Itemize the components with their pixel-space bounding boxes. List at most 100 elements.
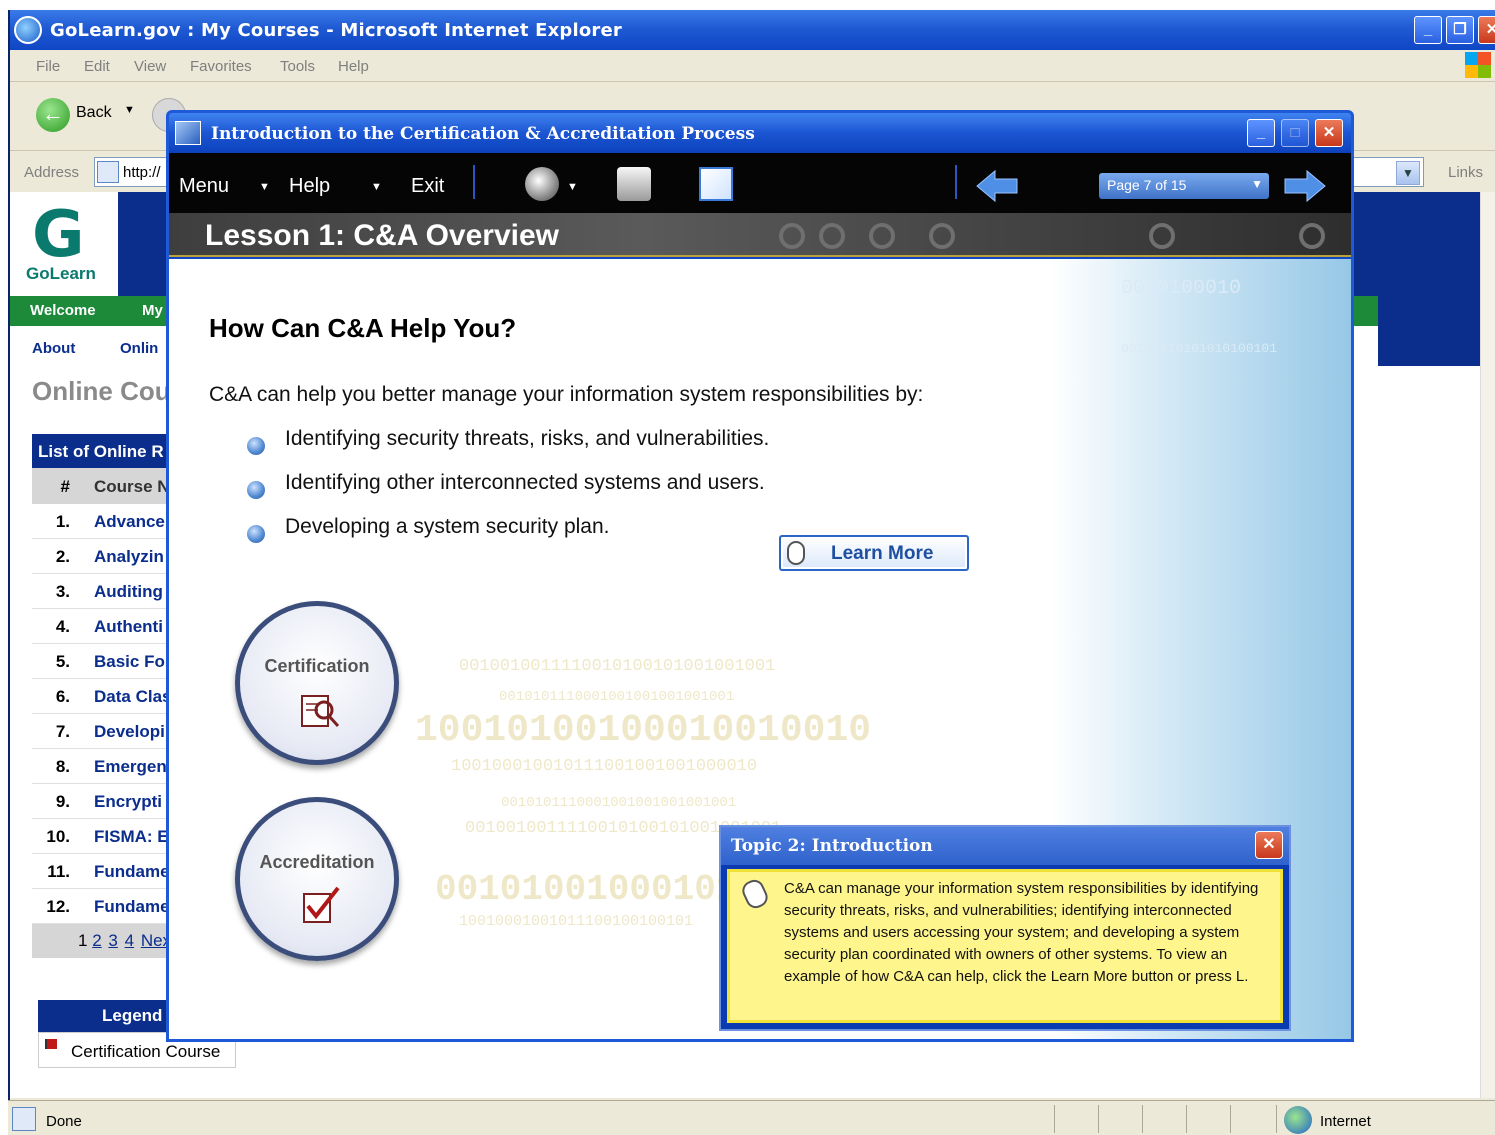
chevron-down-icon[interactable]: ▼ — [567, 181, 578, 193]
address-value[interactable]: http:// — [123, 164, 161, 181]
page-scrollbar[interactable] — [1480, 192, 1495, 1098]
course-link[interactable]: Basic Fo — [94, 652, 165, 672]
topic-text: C&A can manage your information system r… — [784, 880, 1259, 985]
menu-favorites[interactable]: Favorites — [190, 58, 252, 75]
logo-g: G — [32, 198, 85, 272]
security-zone: Internet — [1320, 1113, 1371, 1130]
course-link[interactable]: Emergen — [94, 757, 167, 777]
bullet-text: Identifying other interconnected systems… — [285, 471, 765, 494]
menu-view[interactable]: View — [134, 58, 166, 75]
lesson-heading: How Can C&A Help You? — [209, 313, 517, 343]
course-help-button[interactable]: Help — [289, 175, 330, 198]
status-bar: Done Internet — [8, 1100, 1495, 1135]
course-link[interactable]: Encrypti — [94, 792, 162, 812]
course-link[interactable]: Auditing — [94, 582, 163, 602]
menu-help[interactable]: Help — [338, 58, 369, 75]
course-menu-button[interactable]: Menu — [179, 175, 229, 198]
notes-icon[interactable] — [699, 167, 733, 201]
status-divider — [1054, 1105, 1055, 1133]
topic-popup: Topic 2: Introduction ✕ C&A can manage y… — [719, 825, 1291, 1031]
pager-page-2[interactable]: 2 — [92, 931, 101, 950]
accreditation-button[interactable]: Accreditation — [235, 797, 399, 961]
chevron-down-icon[interactable]: ▼ — [1251, 177, 1263, 191]
bullet-icon — [247, 525, 265, 543]
chevron-down-icon[interactable]: ▼ — [259, 181, 270, 193]
nav-online[interactable]: Onlin — [120, 340, 158, 357]
learn-more-label[interactable]: Learn More — [831, 543, 933, 565]
row-number: 9. — [55, 792, 70, 811]
row-number: 8. — [55, 757, 70, 776]
learn-more-button[interactable]: Learn More — [779, 535, 969, 571]
restore-button[interactable]: ❐ — [1446, 16, 1474, 44]
ie-icon — [14, 16, 42, 44]
back-arrow-icon[interactable]: ← — [36, 98, 70, 132]
binary-text: 10010100100010010010 — [415, 709, 872, 752]
accreditation-label[interactable]: Accreditation — [240, 852, 394, 873]
certification-label[interactable]: Certification — [240, 656, 394, 677]
topic-title: Topic 2: Introduction — [731, 836, 933, 856]
menu-edit[interactable]: Edit — [84, 58, 110, 75]
course-link[interactable]: Fundame — [94, 862, 170, 882]
bullet-icon — [247, 437, 265, 455]
close-icon[interactable]: ✕ — [1255, 831, 1283, 859]
next-arrow-icon[interactable] — [1283, 169, 1327, 203]
course-link[interactable]: FISMA: E — [94, 827, 169, 847]
course-link[interactable]: Fundame — [94, 897, 170, 917]
row-number: 6. — [55, 687, 70, 706]
certification-button[interactable]: Certification — [235, 601, 399, 765]
status-divider — [1276, 1105, 1277, 1133]
course-link[interactable]: Data Clas — [94, 687, 171, 707]
topic-title-bar: Topic 2: Introduction ✕ — [721, 827, 1289, 865]
course-link[interactable]: Analyzin — [94, 547, 164, 567]
printer-icon[interactable] — [617, 167, 651, 201]
row-number: 5. — [55, 652, 70, 671]
course-link[interactable]: Authenti — [94, 617, 163, 637]
course-toolbar: Menu ▼ Help ▼ Exit ▼ Page 7 of 15 ▼ — [169, 153, 1351, 213]
binary-text: 0010010011110010100101001001001 — [459, 657, 776, 676]
course-title-bar: Introduction to the Certification & Accr… — [169, 113, 1351, 153]
nav-about[interactable]: About — [32, 340, 75, 357]
page-title: Online Cou — [32, 376, 171, 406]
links-label[interactable]: Links — [1448, 164, 1483, 181]
back-dropdown-arrow[interactable]: ▼ — [124, 104, 135, 116]
page-indicator[interactable]: Page 7 of 15 — [1107, 177, 1186, 193]
menu-tools[interactable]: Tools — [280, 58, 315, 75]
browser-menu-bar: File Edit View Favorites Tools Help — [10, 50, 1495, 82]
speaker-icon[interactable] — [525, 167, 559, 201]
page-icon — [12, 1107, 36, 1131]
close-icon[interactable]: ✕ — [1478, 16, 1495, 44]
course-minimize-button[interactable]: _ — [1247, 119, 1275, 147]
menu-file[interactable]: File — [36, 58, 60, 75]
back-button-label[interactable]: Back — [76, 104, 112, 122]
binary-text: 100100010010111001001001000010 — [451, 757, 758, 776]
lesson-title: Lesson 1: C&A Overview — [205, 219, 560, 252]
bullet-text: Identifying security threats, risks, and… — [285, 427, 770, 450]
golearn-logo[interactable]: G GoLearn — [10, 192, 118, 296]
legend-item-label: Certification Course — [71, 1042, 221, 1061]
status-divider — [1098, 1105, 1099, 1133]
close-icon[interactable]: ✕ — [1315, 119, 1343, 147]
nav-my[interactable]: My — [142, 302, 163, 319]
chevron-down-icon[interactable]: ▼ — [371, 181, 382, 193]
prev-arrow-icon[interactable] — [975, 169, 1019, 203]
gear-decoration — [1299, 223, 1325, 249]
course-link[interactable]: Developi — [94, 722, 165, 742]
course-exit-button[interactable]: Exit — [411, 175, 444, 198]
address-dropdown[interactable]: ▼ — [1396, 161, 1420, 185]
course-window-title: Introduction to the Certification & Accr… — [211, 124, 755, 144]
status-divider — [1142, 1105, 1143, 1133]
globe-icon — [1284, 1106, 1312, 1134]
course-link[interactable]: Advance — [94, 512, 165, 532]
pager-page-4[interactable]: 4 — [125, 931, 134, 950]
col-course-name[interactable]: Course N — [94, 477, 170, 497]
row-number: 12. — [46, 897, 70, 916]
nav-welcome[interactable]: Welcome — [30, 302, 96, 319]
page-select[interactable]: Page 7 of 15 ▼ — [1099, 173, 1269, 199]
toolbar-divider — [955, 165, 957, 199]
lesson-banner: Lesson 1: C&A Overview — [169, 213, 1351, 257]
col-number: # — [60, 477, 70, 496]
art-binary: 0010100010 — [1121, 277, 1242, 300]
logo-text: GoLearn — [26, 264, 96, 283]
minimize-button[interactable]: _ — [1414, 16, 1442, 44]
pager-page-3[interactable]: 3 — [108, 931, 117, 950]
